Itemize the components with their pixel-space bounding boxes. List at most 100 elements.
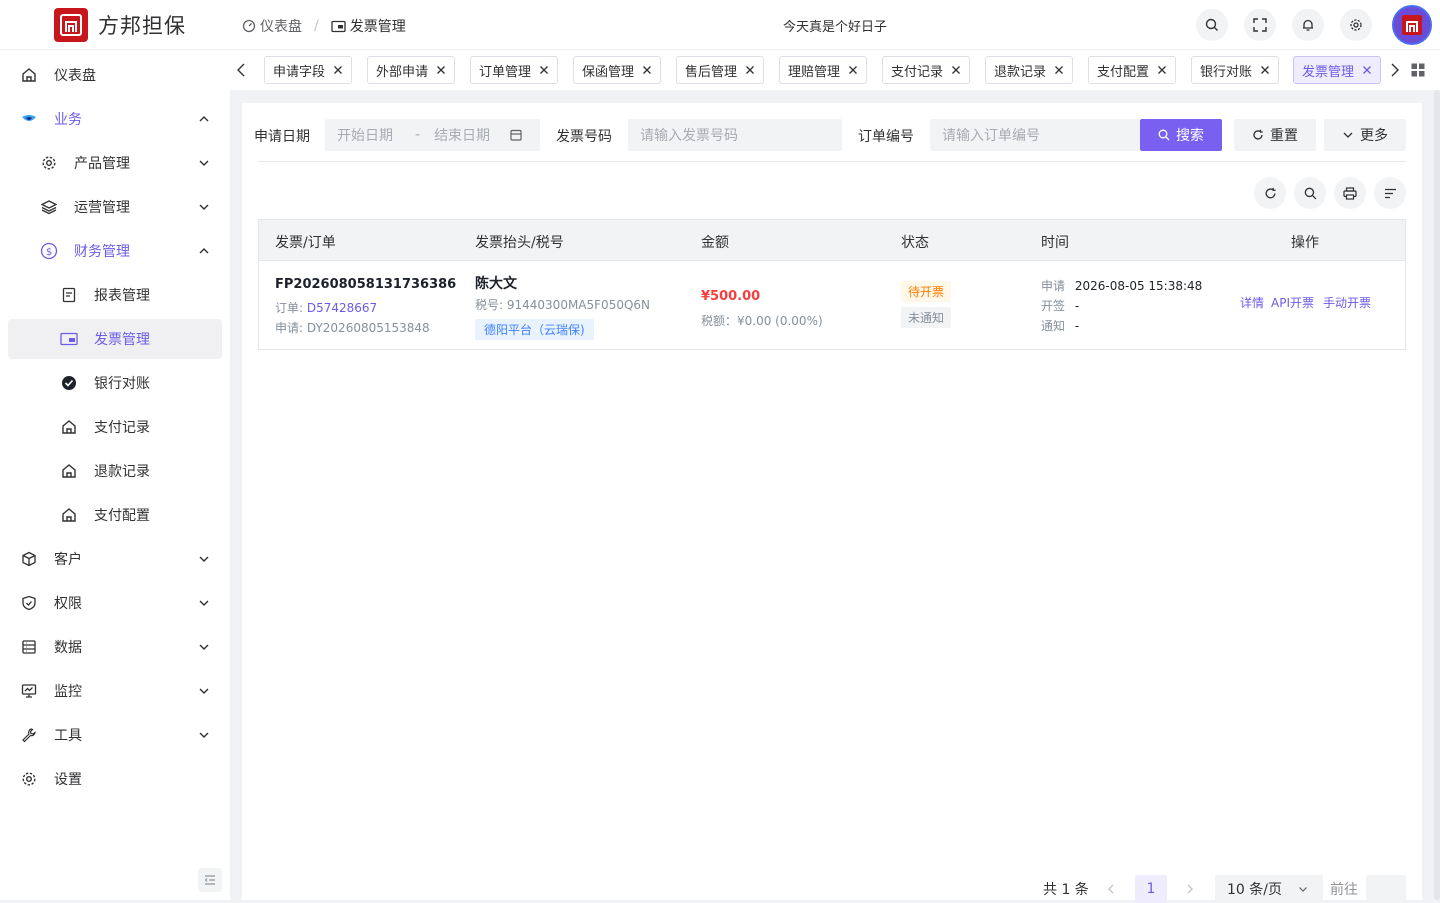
manual-invoice-link[interactable]: 手动开票	[1323, 294, 1371, 311]
pagination-goto-input[interactable]	[1366, 875, 1406, 903]
sidebar-item-payments[interactable]: 支付记录	[8, 407, 222, 447]
sidebar-item-product[interactable]: 产品管理	[8, 143, 222, 183]
more-filters-button[interactable]: 更多	[1324, 119, 1406, 151]
table-search-toggle-button[interactable]	[1294, 177, 1326, 209]
close-icon[interactable]	[745, 65, 755, 75]
pagination-next-icon[interactable]	[1186, 875, 1194, 903]
pagination-prev-icon[interactable]	[1107, 875, 1115, 903]
close-icon[interactable]	[1157, 65, 1167, 75]
sidebar-item-label: 支付记录	[94, 420, 150, 436]
close-icon[interactable]	[539, 65, 549, 75]
sidebar-item-tools[interactable]: 工具	[8, 715, 222, 755]
tab-apply-fields[interactable]: 申请字段	[264, 56, 353, 84]
search-button[interactable]: 搜索	[1140, 119, 1222, 151]
tab-guarantees[interactable]: 保函管理	[573, 56, 662, 84]
sidebar-item-invoices[interactable]: 发票管理	[8, 319, 222, 359]
gear-icon	[1349, 18, 1363, 32]
column-header-actions: 操作	[1291, 235, 1319, 251]
tab-after-sales[interactable]: 售后管理	[676, 56, 765, 84]
sidebar-item-payment-config[interactable]: 支付配置	[8, 495, 222, 535]
table-print-button[interactable]	[1334, 177, 1366, 209]
time-sign-label: 开签	[1041, 299, 1066, 313]
sidebar-item-reports[interactable]: 报表管理	[8, 275, 222, 315]
sidebar-item-refunds[interactable]: 退款记录	[8, 451, 222, 491]
reset-button-label: 重置	[1270, 128, 1298, 144]
sidebar-item-monitor[interactable]: 监控	[8, 671, 222, 711]
invoice-title: 陈大文	[475, 276, 517, 292]
api-invoice-link[interactable]: API开票	[1271, 294, 1314, 311]
sidebar-item-permissions[interactable]: 权限	[8, 583, 222, 623]
start-date-input[interactable]: 开始日期	[337, 125, 393, 145]
order-no-label: 订单编号	[858, 129, 914, 145]
close-icon[interactable]	[848, 65, 858, 75]
time-apply-value: 2026-08-05 15:38:48	[1074, 279, 1203, 293]
tabs-scroll-right-icon[interactable]	[1390, 62, 1400, 78]
tab-orders[interactable]: 订单管理	[470, 56, 559, 84]
app-logo[interactable]: 方邦担保	[54, 8, 186, 42]
table-refresh-button[interactable]	[1254, 177, 1286, 209]
page-scrollbar[interactable]	[1434, 90, 1440, 900]
fullscreen-button[interactable]	[1244, 9, 1276, 41]
close-icon[interactable]	[1260, 65, 1270, 75]
sidebar-item-customers[interactable]: 客户	[8, 539, 222, 579]
sidebar-item-label: 设置	[54, 772, 82, 788]
chevron-down-icon	[198, 599, 210, 607]
order-number-link[interactable]: D57428667	[307, 301, 377, 315]
grid-menu-icon[interactable]	[1411, 63, 1425, 77]
sidebar-item-label: 仪表盘	[54, 68, 96, 84]
user-avatar[interactable]	[1392, 5, 1432, 45]
close-icon[interactable]	[1362, 65, 1372, 75]
sidebar-item-data[interactable]: 数据	[8, 627, 222, 667]
pagination-page-1[interactable]: 1	[1135, 875, 1167, 903]
table-column-settings-button[interactable]	[1374, 177, 1406, 209]
column-header-status: 状态	[901, 235, 929, 251]
home-icon	[20, 66, 38, 84]
invoice-amount: ¥500.00	[701, 289, 761, 304]
time-sign-value: -	[1074, 299, 1080, 313]
time-notify-label: 通知	[1041, 319, 1066, 333]
notification-button[interactable]	[1292, 9, 1324, 41]
detail-link[interactable]: 详情	[1240, 294, 1264, 311]
reset-button[interactable]: 重置	[1234, 119, 1316, 151]
time-sign: 开签 -	[1041, 297, 1079, 314]
close-icon[interactable]	[642, 65, 652, 75]
sidebar-item-settings[interactable]: 设置	[8, 759, 222, 799]
bell-icon	[1301, 18, 1315, 32]
tab-payment-config[interactable]: 支付配置	[1088, 56, 1177, 84]
sidebar-item-finance[interactable]: $ 财务管理	[8, 231, 222, 271]
sidebar-item-label: 监控	[54, 684, 82, 700]
tax-label: 税号:	[475, 298, 504, 312]
header-motto: 今天真是个好日子	[783, 20, 888, 35]
tab-refunds[interactable]: 退款记录	[985, 56, 1074, 84]
tab-claims[interactable]: 理赔管理	[779, 56, 868, 84]
sidebar-collapse-button[interactable]	[198, 868, 222, 892]
sidebar-item-bank-reconcile[interactable]: 银行对账	[8, 363, 222, 403]
tab-external-apply[interactable]: 外部申请	[367, 56, 456, 84]
order-no-input[interactable]: 请输入订单编号	[930, 119, 1140, 151]
date-range-picker[interactable]: 开始日期 - 结束日期	[325, 119, 540, 151]
sidebar-item-dashboard[interactable]: 仪表盘	[8, 55, 222, 95]
layers-icon	[40, 198, 58, 216]
header-search-button[interactable]	[1196, 9, 1228, 41]
tabs-scroll-left-icon[interactable]	[236, 62, 246, 78]
breadcrumb-dashboard[interactable]: 仪表盘	[242, 16, 302, 36]
settings-button[interactable]	[1340, 9, 1372, 41]
wrench-icon	[20, 726, 38, 744]
end-date-input[interactable]: 结束日期	[434, 125, 490, 145]
close-icon[interactable]	[436, 65, 446, 75]
invoice-no-input[interactable]: 请输入发票号码	[628, 119, 842, 151]
tab-bank-reconcile[interactable]: 银行对账	[1191, 56, 1280, 84]
sidebar-item-business[interactable]: 业务	[8, 99, 222, 139]
close-icon[interactable]	[333, 65, 343, 75]
fullscreen-icon	[1253, 18, 1267, 32]
sidebar-item-operations[interactable]: 运营管理	[8, 187, 222, 227]
more-filters-label: 更多	[1360, 128, 1388, 144]
close-icon[interactable]	[1054, 65, 1064, 75]
tab-invoices[interactable]: 发票管理	[1293, 56, 1382, 84]
column-header-time: 时间	[1041, 235, 1069, 251]
page-size-select[interactable]: 10 条/页	[1215, 875, 1323, 903]
tab-payments[interactable]: 支付记录	[882, 56, 971, 84]
close-icon[interactable]	[951, 65, 961, 75]
tab-label: 支付记录	[891, 64, 944, 80]
top-header: 方邦担保 仪表盘 / 发票管理 今天真是个好日子	[0, 0, 1440, 50]
